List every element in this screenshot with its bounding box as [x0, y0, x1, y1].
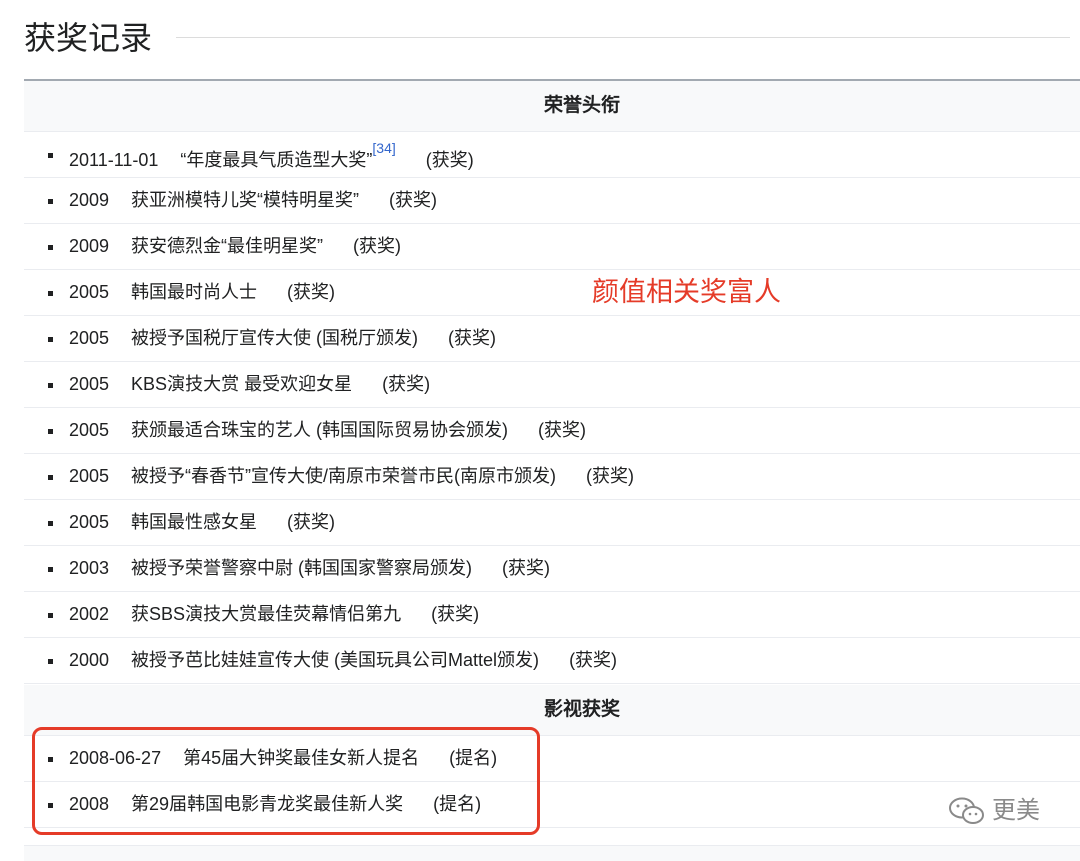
- bullet-icon: [48, 337, 53, 342]
- page-heading: 获奖记录: [24, 20, 153, 56]
- award-status: (获奖): [389, 190, 438, 210]
- award-status: (获奖): [287, 282, 336, 302]
- award-date: 2005: [69, 512, 110, 532]
- award-title: 被授予国税厅宣传大使 (国税厅颁发): [131, 328, 419, 348]
- award-date: 2005: [69, 374, 110, 394]
- award-status: (获奖): [425, 150, 474, 170]
- list-item: 2005 KBS演技大赏 最受欢迎女星 (获奖): [24, 362, 1080, 408]
- award-status: (获奖): [431, 604, 480, 624]
- award-status: (获奖): [538, 420, 587, 440]
- list-item: 2003 被授予荣誉警察中尉 (韩国国家警察局颁发) (获奖): [24, 546, 1080, 592]
- bullet-icon: [48, 383, 53, 388]
- list-item: 2005 韩国最时尚人士 (获奖): [24, 270, 1080, 316]
- award-title: 获SBS演技大赏最佳荧幕情侣第九: [131, 604, 402, 624]
- bullet-icon: [48, 567, 53, 572]
- award-date: 2002: [69, 604, 110, 624]
- list-item: 2005 获颁最适合珠宝的艺人 (韩国国际贸易协会颁发) (获奖): [24, 408, 1080, 454]
- award-title: 被授予荣誉警察中尉 (韩国国家警察局颁发): [131, 558, 473, 578]
- section-header-honors: 荣誉头衔: [24, 81, 1080, 132]
- bullet-icon: [48, 429, 53, 434]
- award-status: (获奖): [287, 512, 336, 532]
- reference-link[interactable]: [34]: [372, 140, 395, 156]
- list-item: 2002 获SBS演技大赏最佳荧幕情侣第九 (获奖): [24, 592, 1080, 638]
- award-date: 2005: [69, 282, 110, 302]
- award-date: 2011-11-01: [69, 150, 159, 170]
- award-title: 韩国最时尚人士: [131, 282, 258, 302]
- award-status: (获奖): [586, 466, 635, 486]
- award-status: (获奖): [569, 650, 618, 670]
- award-status: (获奖): [502, 558, 551, 578]
- bullet-icon: [48, 475, 53, 480]
- bullet-icon: [48, 521, 53, 526]
- award-status: (获奖): [382, 374, 431, 394]
- award-title: 韩国最性感女星: [131, 512, 258, 532]
- bullet-icon: [48, 613, 53, 618]
- heading-divider: [176, 37, 1070, 38]
- table-footer: [24, 845, 1080, 861]
- award-date: 2000: [69, 650, 110, 670]
- award-date: 2009: [69, 190, 110, 210]
- list-item: 2011-11-01 “年度最具气质造型大奖”[34] (获奖): [24, 132, 1080, 178]
- bullet-icon: [48, 153, 53, 158]
- watermark: 更美: [948, 793, 1040, 829]
- award-date: 2005: [69, 328, 110, 348]
- overlay-annotation: 颜值相关奖富人: [592, 277, 781, 307]
- award-date: 2009: [69, 236, 110, 256]
- award-title: 被授予“春香节”宣传大使/南原市荣誉市民(南原市颁发): [131, 466, 557, 486]
- award-date: 2003: [69, 558, 110, 578]
- award-title: 被授予芭比娃娃宣传大使 (美国玩具公司Mattel颁发): [131, 650, 540, 670]
- award-date: 2005: [69, 466, 110, 486]
- bullet-icon: [48, 245, 53, 250]
- award-title: “年度最具气质造型大奖”: [180, 150, 373, 170]
- award-title: 获颁最适合珠宝的艺人 (韩国国际贸易协会颁发): [131, 420, 509, 440]
- award-title: KBS演技大赏 最受欢迎女星: [131, 374, 353, 394]
- list-item: 2009 获亚洲模特儿奖“模特明星奖” (获奖): [24, 178, 1080, 224]
- list-item: 2005 韩国最性感女星 (获奖): [24, 500, 1080, 546]
- award-status: (获奖): [353, 236, 402, 256]
- highlight-box: [32, 727, 540, 835]
- list-item: 2000 被授予芭比娃娃宣传大使 (美国玩具公司Mattel颁发) (获奖): [24, 638, 1080, 684]
- list-item: 2009 获安德烈金“最佳明星奖” (获奖): [24, 224, 1080, 270]
- list-item: 2005 被授予“春香节”宣传大使/南原市荣誉市民(南原市颁发) (获奖): [24, 454, 1080, 500]
- wechat-icon: [949, 797, 984, 824]
- watermark-text: 更美: [992, 797, 1040, 824]
- bullet-icon: [48, 199, 53, 204]
- award-title: 获亚洲模特儿奖“模特明星奖”: [131, 190, 360, 210]
- bullet-icon: [48, 659, 53, 664]
- award-date: 2005: [69, 420, 110, 440]
- list-item: 2005 被授予国税厅宣传大使 (国税厅颁发) (获奖): [24, 316, 1080, 362]
- award-title: 获安德烈金“最佳明星奖”: [131, 236, 324, 256]
- bullet-icon: [48, 291, 53, 296]
- award-status: (获奖): [448, 328, 497, 348]
